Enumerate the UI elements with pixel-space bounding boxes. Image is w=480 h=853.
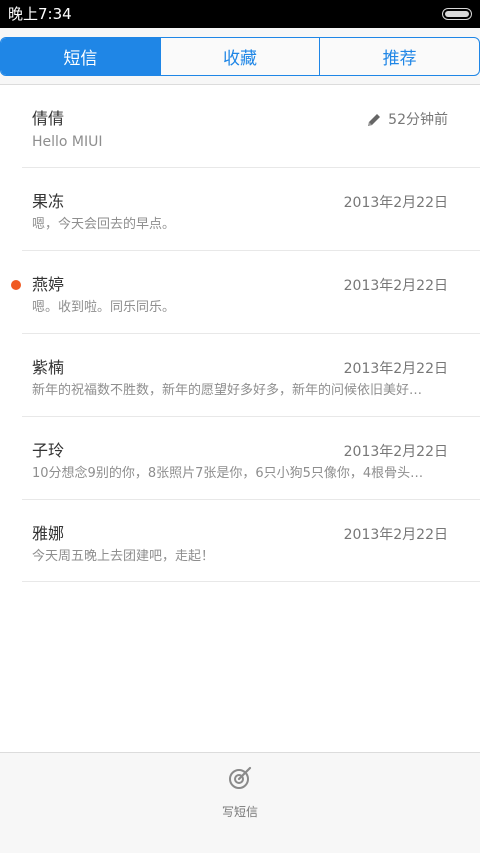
unread-dot-icon [11,280,21,290]
tab-recommended[interactable]: 推荐 [319,38,479,75]
status-bar: 晚上7:34 [0,0,480,28]
tab-label: 推荐 [382,49,417,69]
tab-messages[interactable]: 短信 [1,38,160,75]
status-time: 晚上7:34 [8,5,72,23]
conversation-item[interactable]: 倩倩 52分钟前 Hello MIUI [22,85,480,168]
conversation-list: 倩倩 52分钟前 Hello MIUI 果冻 2013年2月22日 嗯，今天会回… [0,85,480,582]
message-preview: 嗯。收到啦。同乐同乐。 [32,300,176,315]
conversation-time: 2013年2月22日 [343,527,448,543]
message-preview: 新年的祝福数不胜数，新年的愿望好多好多，新年的问候依旧美好… [32,383,423,398]
tabs-bar: 短信 收藏 推荐 [0,28,480,84]
contact-name: 果冻 [32,192,65,211]
message-preview: 今天周五晚上去团建吧，走起！ [32,549,215,564]
contact-name: 子玲 [32,441,65,460]
battery-icon [442,8,472,20]
tab-favorites[interactable]: 收藏 [159,38,320,75]
pencil-icon [368,114,381,126]
conversation-item[interactable]: 果冻 2013年2月22日 嗯，今天会回去的早点。 [22,168,480,251]
segmented-tabs: 短信 收藏 推荐 [0,37,480,76]
bottom-bar: 写短信 [0,752,480,853]
contact-name: 倩倩 [32,109,65,128]
battery-level [445,11,469,17]
tab-label: 短信 [63,49,98,69]
conversation-time: 2013年2月22日 [343,195,448,211]
conversation-item[interactable]: 紫楠 2013年2月22日 新年的祝福数不胜数，新年的愿望好多好多，新年的问候依… [22,334,480,417]
contact-name: 雅娜 [32,524,65,543]
conversation-time: 2013年2月22日 [343,444,448,460]
compose-icon [229,766,252,789]
contact-name: 紫楠 [32,358,65,377]
compose-label: 写短信 [221,805,258,819]
draft-indicator: 52分钟前 [366,111,448,129]
compose-button[interactable]: 写短信 [200,765,280,845]
conversation-item[interactable]: 雅娜 2013年2月22日 今天周五晚上去团建吧，走起！ [22,500,480,582]
message-preview: 10分想念9别的你，8张照片7张是你，6只小狗5只像你，4根骨头… [32,466,424,481]
conversation-item[interactable]: 子玲 2013年2月22日 10分想念9别的你，8张照片7张是你，6只小狗5只像… [22,417,480,500]
conversation-time: 2013年2月22日 [343,278,448,294]
contact-name: 燕婷 [32,275,65,294]
conversation-time: 2013年2月22日 [343,361,448,377]
conversation-time: 52分钟前 [388,112,448,128]
message-preview: 嗯，今天会回去的早点。 [32,217,176,232]
conversation-item[interactable]: 燕婷 2013年2月22日 嗯。收到啦。同乐同乐。 [11,251,480,334]
tab-label: 收藏 [223,49,257,69]
message-preview: Hello MIUI [32,134,103,150]
